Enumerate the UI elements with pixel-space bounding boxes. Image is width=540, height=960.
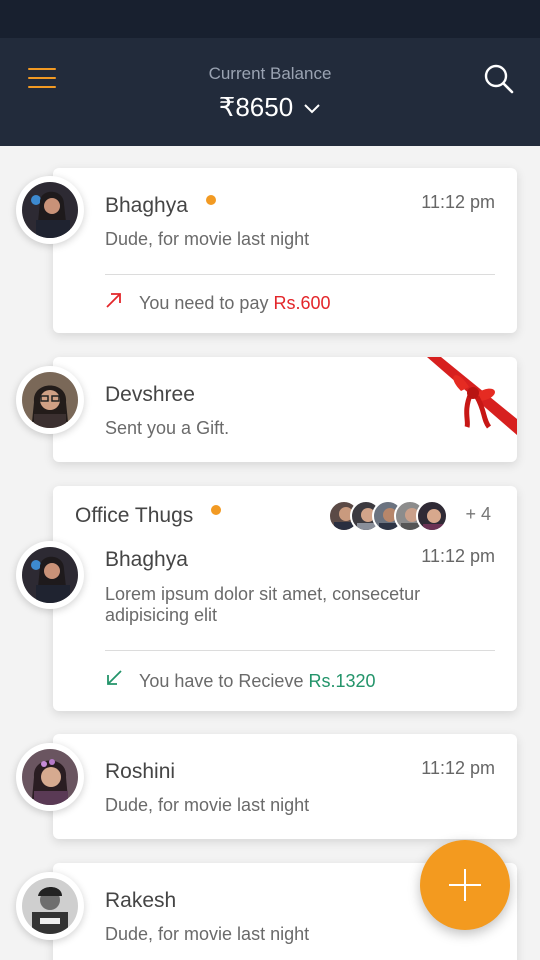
avatar[interactable] <box>16 366 84 434</box>
message-time: 11:12 pm <box>421 546 495 566</box>
unread-dot <box>205 195 216 206</box>
contact-name: Bhaghya <box>105 548 188 571</box>
arrow-down-left-icon <box>105 669 123 692</box>
payment-text: You have to Recieve <box>139 671 304 691</box>
transaction-card-devshree[interactable]: Devshree Sent you a Gift. <box>53 357 517 462</box>
transaction-card-bhaghya[interactable]: Bhaghya 11:12 pm Dude, for movie last ni… <box>53 168 517 333</box>
arrow-up-right-icon <box>105 291 123 314</box>
app-header: Current Balance ₹8650 <box>0 38 540 146</box>
transaction-card-roshini[interactable]: Roshini 11:12 pm Dude, for movie last ni… <box>53 734 517 839</box>
payment-text: You need to pay <box>139 293 269 313</box>
balance-dropdown[interactable]: ₹8650 <box>0 92 540 123</box>
contact-name: Roshini <box>105 760 176 783</box>
group-card-office-thugs[interactable]: Office Thugs + 4 Bhaghya 11:12 pm Lorem … <box>53 486 517 711</box>
payment-status: You have to Recieve Rs.1320 <box>105 669 376 692</box>
gift-ribbon-icon <box>427 357 517 435</box>
contact-name: Bhaghya <box>105 194 188 217</box>
message-time: 11:12 pm <box>421 758 495 778</box>
avatar[interactable] <box>16 872 84 940</box>
message-preview: Dude, for movie last night <box>105 924 310 944</box>
more-members-count: + 4 <box>465 504 491 524</box>
contact-name: Rakesh <box>105 889 177 912</box>
message-preview-line2: adipisicing elit <box>105 605 218 625</box>
payment-amount: Rs.1320 <box>308 671 376 691</box>
avatar[interactable] <box>16 176 84 244</box>
unread-dot <box>211 505 222 516</box>
add-button[interactable] <box>420 840 510 930</box>
group-name: Office Thugs <box>75 504 194 527</box>
status-bar <box>0 0 540 38</box>
avatar[interactable] <box>16 541 84 609</box>
balance-value: ₹8650 <box>218 92 294 122</box>
divider <box>105 650 495 651</box>
chevron-down-icon <box>303 91 321 122</box>
avatar[interactable] <box>16 743 84 811</box>
balance-label: Current Balance <box>208 64 332 83</box>
message-preview: Dude, for movie last night <box>105 795 310 815</box>
search-icon[interactable] <box>484 64 514 94</box>
avatar <box>416 500 448 532</box>
divider <box>105 274 495 275</box>
message-time: 11:12 pm <box>421 192 495 212</box>
contact-name: Devshree <box>105 383 195 406</box>
message-preview-line1: Lorem ipsum dolor sit amet, consecetur <box>105 584 421 604</box>
payment-amount: Rs.600 <box>273 293 331 313</box>
message-preview: Dude, for movie last night <box>105 229 310 249</box>
message-preview: Sent you a Gift. <box>105 418 230 438</box>
payment-status: You need to pay Rs.600 <box>105 291 331 314</box>
